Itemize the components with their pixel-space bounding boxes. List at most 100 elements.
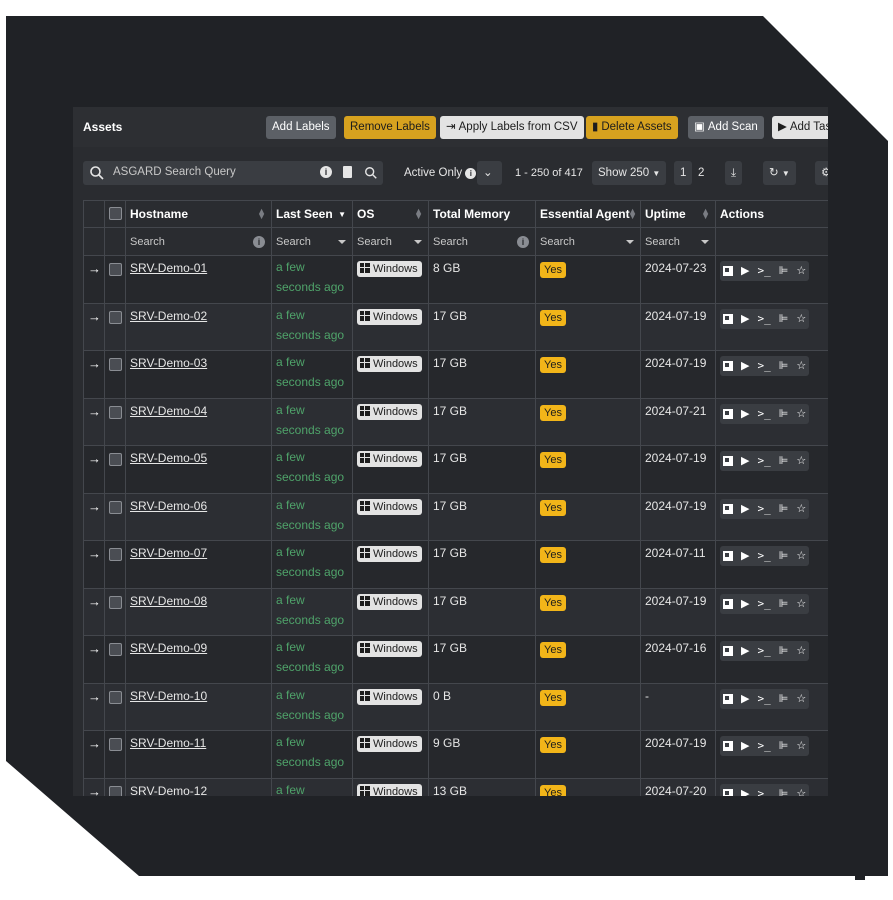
header-essential-agent[interactable]: Essential Agent ▲ ▼	[535, 200, 641, 228]
refresh-button[interactable]: ↻ ▼	[763, 161, 796, 185]
chart-icon[interactable]: ⊫	[779, 693, 789, 705]
chart-icon[interactable]: ⊫	[779, 740, 789, 752]
star-icon[interactable]: ☆	[796, 265, 806, 277]
clipboard-icon[interactable]	[343, 166, 352, 178]
row-checkbox[interactable]	[109, 263, 122, 276]
row-checkbox[interactable]	[109, 500, 122, 514]
terminal-icon[interactable]: >_	[757, 455, 770, 467]
delete-assets-button[interactable]: ▮ Delete Assets	[586, 116, 678, 139]
stop-icon[interactable]	[723, 598, 733, 609]
row-checkbox[interactable]	[109, 643, 122, 656]
arrow-right-icon[interactable]: →	[88, 261, 101, 276]
terminal-icon[interactable]: >_	[757, 692, 770, 705]
active-only-dropdown[interactable]: ⌄	[477, 161, 502, 185]
play-icon[interactable]: ▶	[741, 550, 749, 562]
chart-icon[interactable]: ⊫	[779, 455, 789, 467]
stop-icon[interactable]	[723, 741, 733, 751]
hostname-link[interactable]: SRV-Demo-11	[130, 736, 206, 750]
hostname-link[interactable]: SRV-Demo-10	[130, 689, 207, 703]
add-task-button[interactable]: ▶ Add Tas	[772, 116, 828, 139]
terminal-icon[interactable]: >_	[757, 550, 770, 562]
active-only-toggle[interactable]: Active Only i	[404, 161, 477, 185]
hostname-link[interactable]: SRV-Demo-07	[130, 546, 207, 560]
arrow-right-icon[interactable]: →	[88, 689, 101, 704]
terminal-icon[interactable]: >_	[757, 312, 770, 325]
star-icon[interactable]: ☆	[796, 740, 806, 752]
page-2-button[interactable]: 2	[698, 161, 704, 185]
star-icon[interactable]: ☆	[796, 645, 806, 657]
hostname-filter[interactable]: Search i	[125, 227, 272, 256]
arrow-right-icon[interactable]: →	[88, 404, 101, 419]
page-1-button[interactable]: 1	[674, 161, 693, 185]
arrow-right-icon[interactable]: →	[88, 594, 101, 609]
hostname-link[interactable]: SRV-Demo-05	[130, 451, 207, 465]
header-last-seen[interactable]: Last Seen ▼	[271, 200, 353, 228]
play-icon[interactable]: ▶	[741, 788, 749, 797]
arrow-right-icon[interactable]: →	[88, 546, 101, 561]
row-checkbox[interactable]	[109, 453, 122, 466]
arrow-right-icon[interactable]: →	[88, 736, 101, 751]
terminal-icon[interactable]: >_	[757, 265, 770, 277]
stop-icon[interactable]	[723, 361, 733, 371]
star-icon[interactable]: ☆	[796, 503, 806, 515]
arrow-right-icon[interactable]: →	[88, 356, 101, 371]
header-hostname[interactable]: Hostname ▲ ▼	[125, 200, 272, 228]
terminal-icon[interactable]: >_	[757, 502, 770, 515]
play-icon[interactable]: ▶	[741, 693, 749, 705]
settings-button[interactable]: ⚙	[815, 161, 828, 185]
chart-icon[interactable]: ⊫	[779, 408, 789, 420]
row-checkbox[interactable]	[109, 548, 122, 561]
terminal-icon[interactable]: >_	[757, 787, 770, 796]
search-submit-button[interactable]	[359, 161, 383, 185]
play-icon[interactable]: ▶	[741, 360, 749, 372]
stop-icon[interactable]	[723, 551, 733, 561]
terminal-icon[interactable]: >_	[757, 407, 770, 420]
chart-icon[interactable]: ⊫	[779, 360, 789, 372]
play-icon[interactable]: ▶	[741, 598, 749, 610]
play-icon[interactable]: ▶	[741, 313, 749, 325]
arrow-right-icon[interactable]: →	[88, 784, 101, 797]
terminal-icon[interactable]: >_	[757, 645, 770, 657]
chart-icon[interactable]: ⊫	[779, 788, 789, 797]
header-os[interactable]: OS ▲ ▼	[352, 200, 429, 228]
hostname-link[interactable]: SRV-Demo-03	[130, 356, 207, 370]
uptime-filter[interactable]: Search	[640, 227, 716, 256]
star-icon[interactable]: ☆	[796, 313, 806, 325]
star-icon[interactable]: ☆	[796, 455, 806, 467]
last-seen-filter[interactable]: Search	[271, 227, 353, 256]
play-icon[interactable]: ▶	[741, 740, 749, 752]
add-scan-button[interactable]: ▣ Add Scan	[688, 116, 764, 139]
arrow-right-icon[interactable]: →	[88, 451, 101, 466]
terminal-icon[interactable]: >_	[757, 360, 770, 372]
star-icon[interactable]: ☆	[796, 693, 806, 705]
stop-icon[interactable]	[723, 503, 733, 514]
stop-icon[interactable]	[723, 646, 733, 656]
row-checkbox[interactable]	[109, 405, 122, 419]
arrow-right-icon[interactable]: →	[88, 309, 101, 324]
hostname-link[interactable]: SRV-Demo-08	[130, 594, 207, 608]
star-icon[interactable]: ☆	[796, 360, 806, 372]
terminal-icon[interactable]: >_	[757, 597, 770, 610]
asgard-search-input[interactable]: ASGARD Search Query i	[83, 161, 365, 185]
agent-filter[interactable]: Search	[535, 227, 641, 256]
hostname-link[interactable]: SRV-Demo-01	[130, 261, 207, 275]
stop-icon[interactable]	[723, 693, 733, 704]
download-button[interactable]: ⤓	[725, 161, 743, 185]
add-labels-button[interactable]: Add Labels	[266, 116, 336, 139]
star-icon[interactable]: ☆	[796, 788, 806, 797]
row-checkbox[interactable]	[109, 690, 122, 704]
stop-icon[interactable]	[723, 456, 733, 466]
chart-icon[interactable]: ⊫	[779, 503, 789, 515]
star-icon[interactable]: ☆	[796, 598, 806, 610]
play-icon[interactable]: ▶	[741, 408, 749, 420]
header-total-memory[interactable]: Total Memory	[428, 200, 536, 228]
stop-icon[interactable]	[723, 313, 733, 324]
hostname-link[interactable]: SRV-Demo-02	[130, 309, 207, 323]
apply-labels-csv-button[interactable]: ⇥ Apply Labels from CSV	[440, 116, 584, 139]
arrow-right-icon[interactable]: →	[88, 499, 101, 514]
stop-icon[interactable]	[723, 788, 733, 796]
chart-icon[interactable]: ⊫	[779, 550, 789, 562]
row-checkbox[interactable]	[109, 595, 122, 609]
select-all-checkbox[interactable]	[109, 207, 122, 220]
stop-icon[interactable]	[723, 408, 733, 419]
